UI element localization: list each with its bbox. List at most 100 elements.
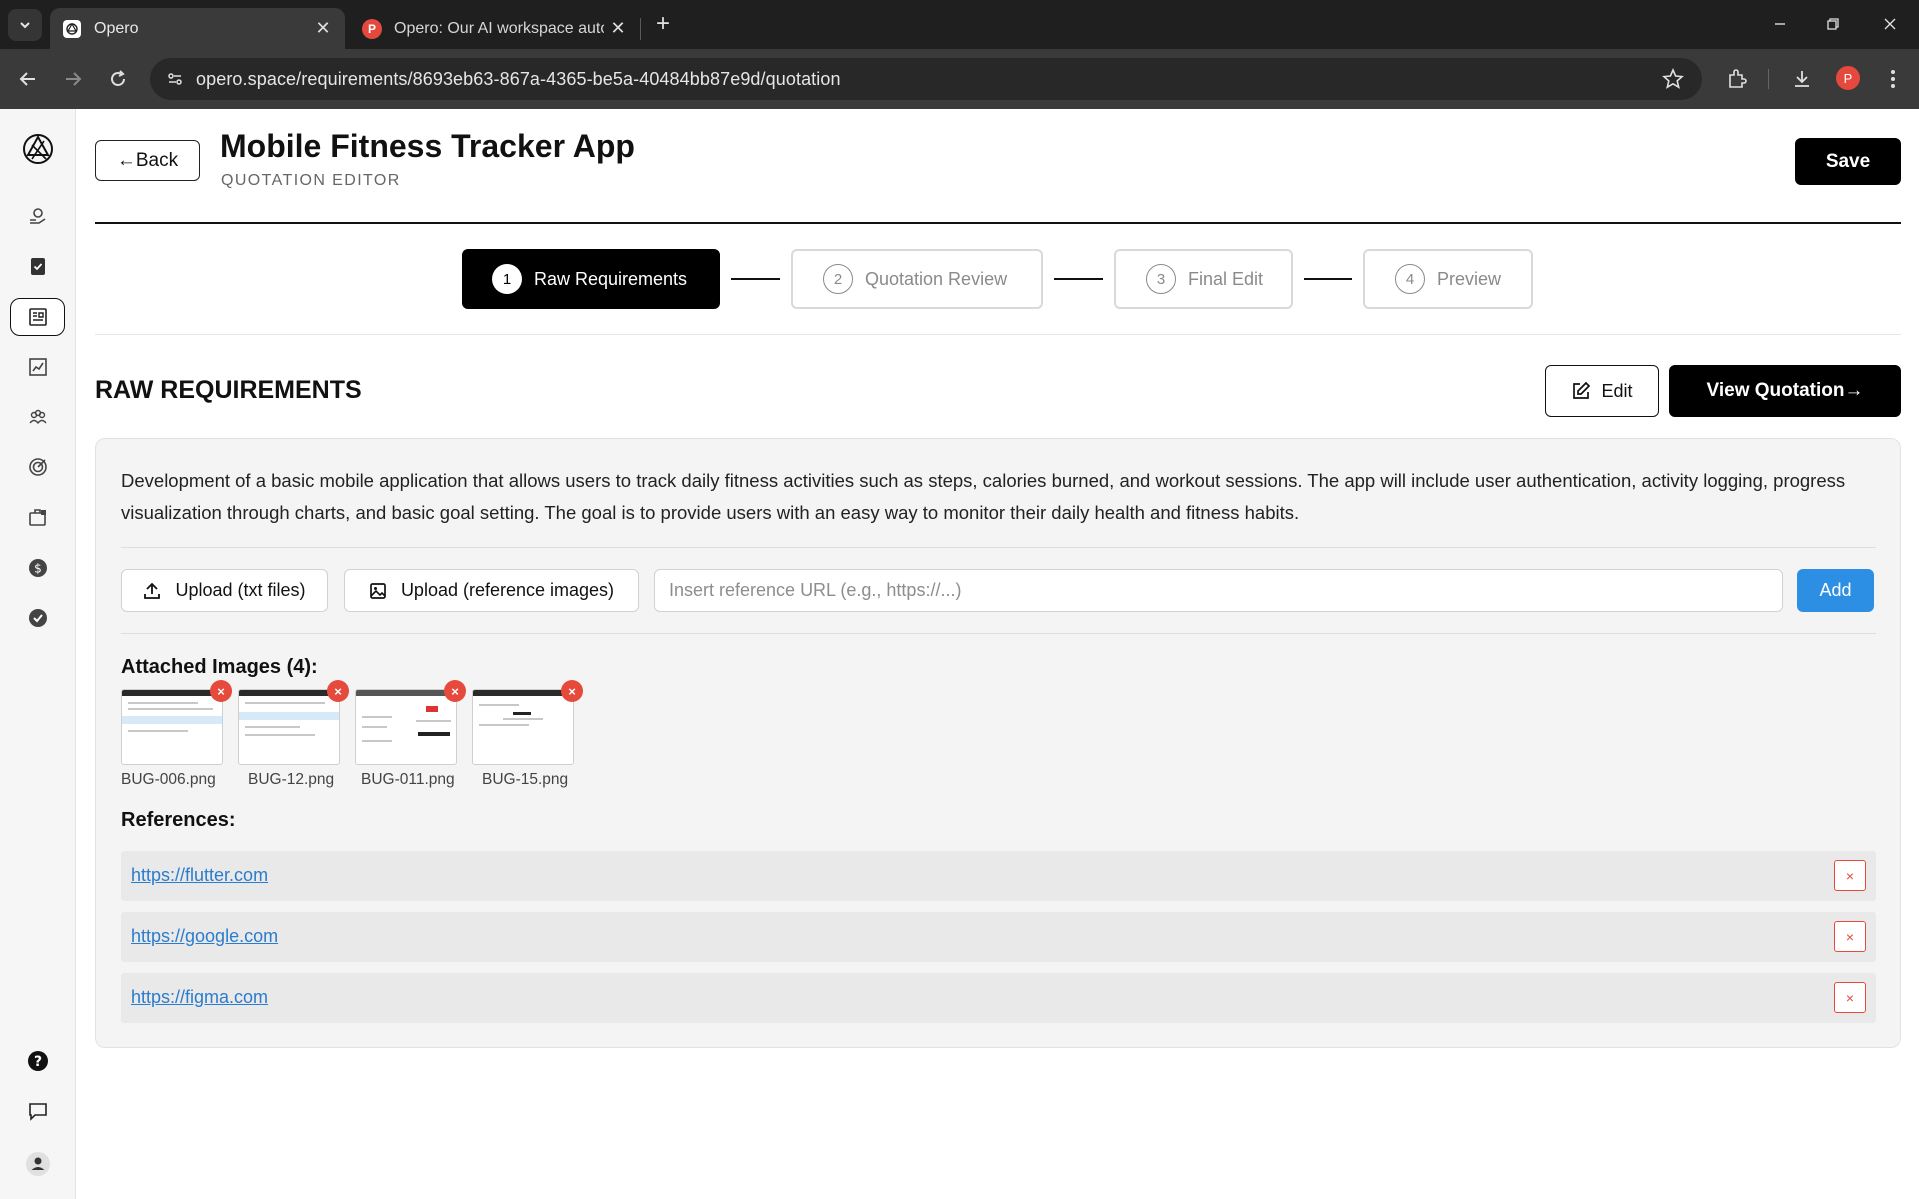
step-quotation-review[interactable]: 2 Quotation Review xyxy=(791,249,1043,309)
reload-icon[interactable] xyxy=(103,64,133,94)
restore-icon[interactable] xyxy=(1813,10,1853,38)
step-label: Raw Requirements xyxy=(534,268,688,289)
toolbar-divider xyxy=(1768,69,1769,89)
step-final-edit[interactable]: 3 Final Edit xyxy=(1114,249,1293,309)
reference-row: https://flutter.com × xyxy=(121,851,1876,901)
site-info-icon[interactable] xyxy=(164,68,186,90)
image-icon xyxy=(369,582,387,600)
remove-image-button[interactable]: × xyxy=(210,680,232,702)
minimize-icon[interactable] xyxy=(1760,10,1800,38)
step-number: 2 xyxy=(823,264,853,294)
panel-divider xyxy=(121,547,1876,548)
step-raw-requirements[interactable]: 1 Raw Requirements xyxy=(462,249,720,309)
reference-row: https://figma.com × xyxy=(121,973,1876,1023)
sidebar-item-requirements[interactable] xyxy=(10,298,65,336)
remove-image-button[interactable]: × xyxy=(444,680,466,702)
close-tab-icon[interactable]: ✕ xyxy=(604,18,632,39)
target-icon xyxy=(28,458,47,476)
gear-hand-icon xyxy=(29,208,45,224)
remove-reference-button[interactable]: × xyxy=(1834,982,1866,1013)
image-thumbnail[interactable] xyxy=(238,689,340,765)
save-button[interactable]: Save xyxy=(1795,138,1901,185)
step-connector xyxy=(1304,278,1352,280)
image-filename: BUG-12.png xyxy=(248,771,335,788)
image-filename: BUG-006.png xyxy=(121,771,216,788)
step-number: 4 xyxy=(1395,264,1425,294)
help-button[interactable]: ? xyxy=(20,1043,56,1079)
extensions-icon[interactable] xyxy=(1722,64,1752,94)
forward-arrow-icon[interactable] xyxy=(58,64,88,94)
step-label: Final Edit xyxy=(1188,268,1264,289)
image-thumbnail[interactable] xyxy=(472,689,574,765)
browser-menu-icon[interactable] xyxy=(1878,64,1908,94)
page-subtitle: QUOTATION EDITOR xyxy=(221,172,401,189)
document-list-icon xyxy=(28,308,47,326)
address-bar[interactable]: opero.space/requirements/8693eb63-867a-4… xyxy=(150,58,1702,100)
image-thumbnail[interactable] xyxy=(355,689,457,765)
add-reference-button[interactable]: Add xyxy=(1797,569,1874,612)
step-label: Preview xyxy=(1437,268,1502,289)
view-quotation-button[interactable]: View Quotation→ xyxy=(1669,365,1901,417)
sidebar-item-tasks[interactable] xyxy=(10,247,65,285)
header-divider xyxy=(95,222,1901,224)
tab-search-button[interactable] xyxy=(8,9,42,41)
team-icon xyxy=(28,409,47,425)
edit-button[interactable]: Edit xyxy=(1545,365,1659,417)
edit-pencil-icon xyxy=(1571,381,1591,401)
help-icon: ? xyxy=(28,1051,48,1071)
browser-toolbar: opero.space/requirements/8693eb63-867a-4… xyxy=(0,49,1919,109)
tab-separator xyxy=(640,18,641,40)
chat-button[interactable] xyxy=(20,1093,56,1129)
download-icon[interactable] xyxy=(1787,64,1817,94)
tab-title: Opero: Our AI workspace autom xyxy=(394,19,604,37)
step-connector xyxy=(731,278,780,280)
svg-text:$: $ xyxy=(34,562,42,576)
new-tab-icon[interactable]: + xyxy=(650,12,676,38)
upload-images-button[interactable]: Upload (reference images) xyxy=(344,569,639,612)
svg-text:?: ? xyxy=(34,1054,42,1070)
sidebar-item-analytics[interactable] xyxy=(10,348,65,386)
remove-image-button[interactable]: × xyxy=(327,680,349,702)
sidebar-item-settings[interactable] xyxy=(10,197,65,235)
reference-link[interactable]: https://flutter.com xyxy=(131,865,268,886)
image-thumbnail[interactable] xyxy=(121,689,223,765)
upload-icon xyxy=(143,582,161,600)
step-number: 3 xyxy=(1146,264,1176,294)
user-button[interactable] xyxy=(20,1146,56,1182)
requirements-panel: Development of a basic mobile applicatio… xyxy=(95,438,1901,1048)
remove-image-button[interactable]: × xyxy=(561,680,583,702)
step-number: 1 xyxy=(492,264,522,294)
reference-link[interactable]: https://google.com xyxy=(131,926,278,947)
back-arrow-icon[interactable] xyxy=(13,64,43,94)
edit-label: Edit xyxy=(1601,380,1633,401)
url-text: opero.space/requirements/8693eb63-867a-4… xyxy=(196,68,841,89)
reference-url-input[interactable] xyxy=(654,569,1783,612)
step-connector xyxy=(1054,278,1103,280)
references-title: References: xyxy=(121,809,236,831)
sidebar-item-projects[interactable] xyxy=(10,498,65,536)
browser-tab-opero-ai[interactable]: P Opero: Our AI workspace autom ✕ xyxy=(350,8,640,49)
opero-favicon-icon xyxy=(62,19,82,39)
profile-avatar[interactable]: P xyxy=(1836,66,1860,90)
browser-tab-opero[interactable]: Opero ✕ xyxy=(50,8,345,49)
requirements-description: Development of a basic mobile applicatio… xyxy=(121,470,1846,523)
close-tab-icon[interactable]: ✕ xyxy=(309,18,337,39)
close-window-icon[interactable] xyxy=(1870,10,1910,38)
upload-txt-button[interactable]: Upload (txt files) xyxy=(121,569,328,612)
sidebar-item-billing[interactable]: $ xyxy=(10,549,65,587)
reference-link[interactable]: https://figma.com xyxy=(131,987,268,1008)
remove-reference-button[interactable]: × xyxy=(1834,860,1866,891)
clipboard-check-icon xyxy=(30,258,45,275)
sidebar-item-goals[interactable] xyxy=(10,448,65,486)
back-button[interactable]: ←Back xyxy=(95,140,200,181)
sidebar-item-approvals[interactable] xyxy=(10,599,65,637)
remove-reference-button[interactable]: × xyxy=(1834,921,1866,952)
sidebar-item-team[interactable] xyxy=(10,398,65,436)
panel-divider xyxy=(121,633,1876,634)
step-preview[interactable]: 4 Preview xyxy=(1363,249,1533,309)
chevron-down-icon xyxy=(20,22,30,29)
opero-logo-icon[interactable] xyxy=(16,127,60,171)
section-title: RAW REQUIREMENTS xyxy=(95,376,362,404)
bookmark-star-icon[interactable] xyxy=(1662,67,1684,95)
tab-title: Opero xyxy=(94,19,139,37)
